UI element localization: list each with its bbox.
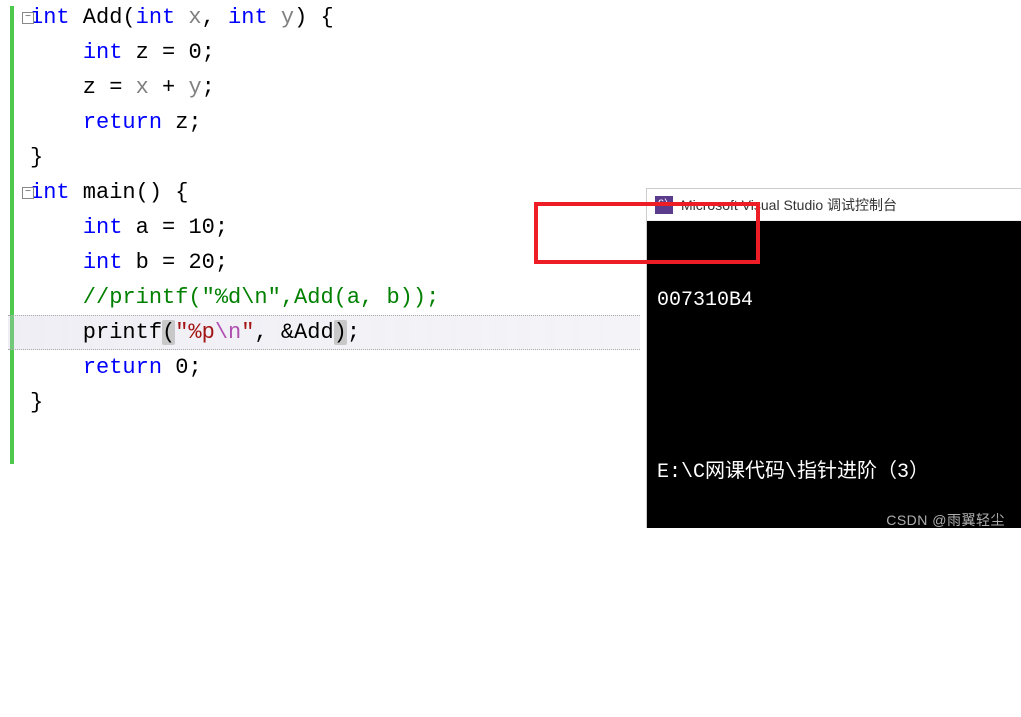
window-title: Microsoft Visual Studio 调试控制台 (681, 195, 897, 215)
window-titlebar[interactable]: C\ Microsoft Visual Studio 调试控制台 (647, 189, 1021, 221)
output-line: 要在调试停止时自动关闭控制 (657, 545, 1011, 573)
vs-logo-icon: C\ (655, 196, 673, 214)
fold-minus-icon[interactable]: − (22, 12, 34, 24)
code-line: //printf("%d\n",Add(a, b)); (8, 280, 640, 315)
code-line: } (8, 140, 640, 175)
output-line: 按任意键关闭此窗口. . . (657, 631, 1011, 659)
code-line: int z = 0; (8, 35, 640, 70)
code-line: } (8, 385, 640, 420)
code-line-active: printf("%p\n", &Add); (8, 315, 640, 350)
code-line: return z; (8, 105, 640, 140)
code-editor[interactable]: − int Add(int x, int y) { int z = 0; z =… (0, 0, 640, 538)
console-output[interactable]: 007310B4 E:\C网课代码\指针进阶（3） 要在调试停止时自动关闭控制 … (647, 221, 1021, 528)
code-line: − int main() { (8, 175, 640, 210)
code-line: z = x + y; (8, 70, 640, 105)
code-line: return 0; (8, 350, 640, 385)
output-line: E:\C网课代码\指针进阶（3） (657, 459, 1011, 487)
code-line: − int Add(int x, int y) { (8, 0, 640, 35)
code-line: int b = 20; (8, 245, 640, 280)
debug-console-window: C\ Microsoft Visual Studio 调试控制台 007310B… (646, 188, 1021, 528)
output-line: 007310B4 (657, 287, 1011, 315)
fold-minus-icon[interactable]: − (22, 187, 34, 199)
output-line (657, 373, 1011, 401)
code-line: int a = 10; (8, 210, 640, 245)
